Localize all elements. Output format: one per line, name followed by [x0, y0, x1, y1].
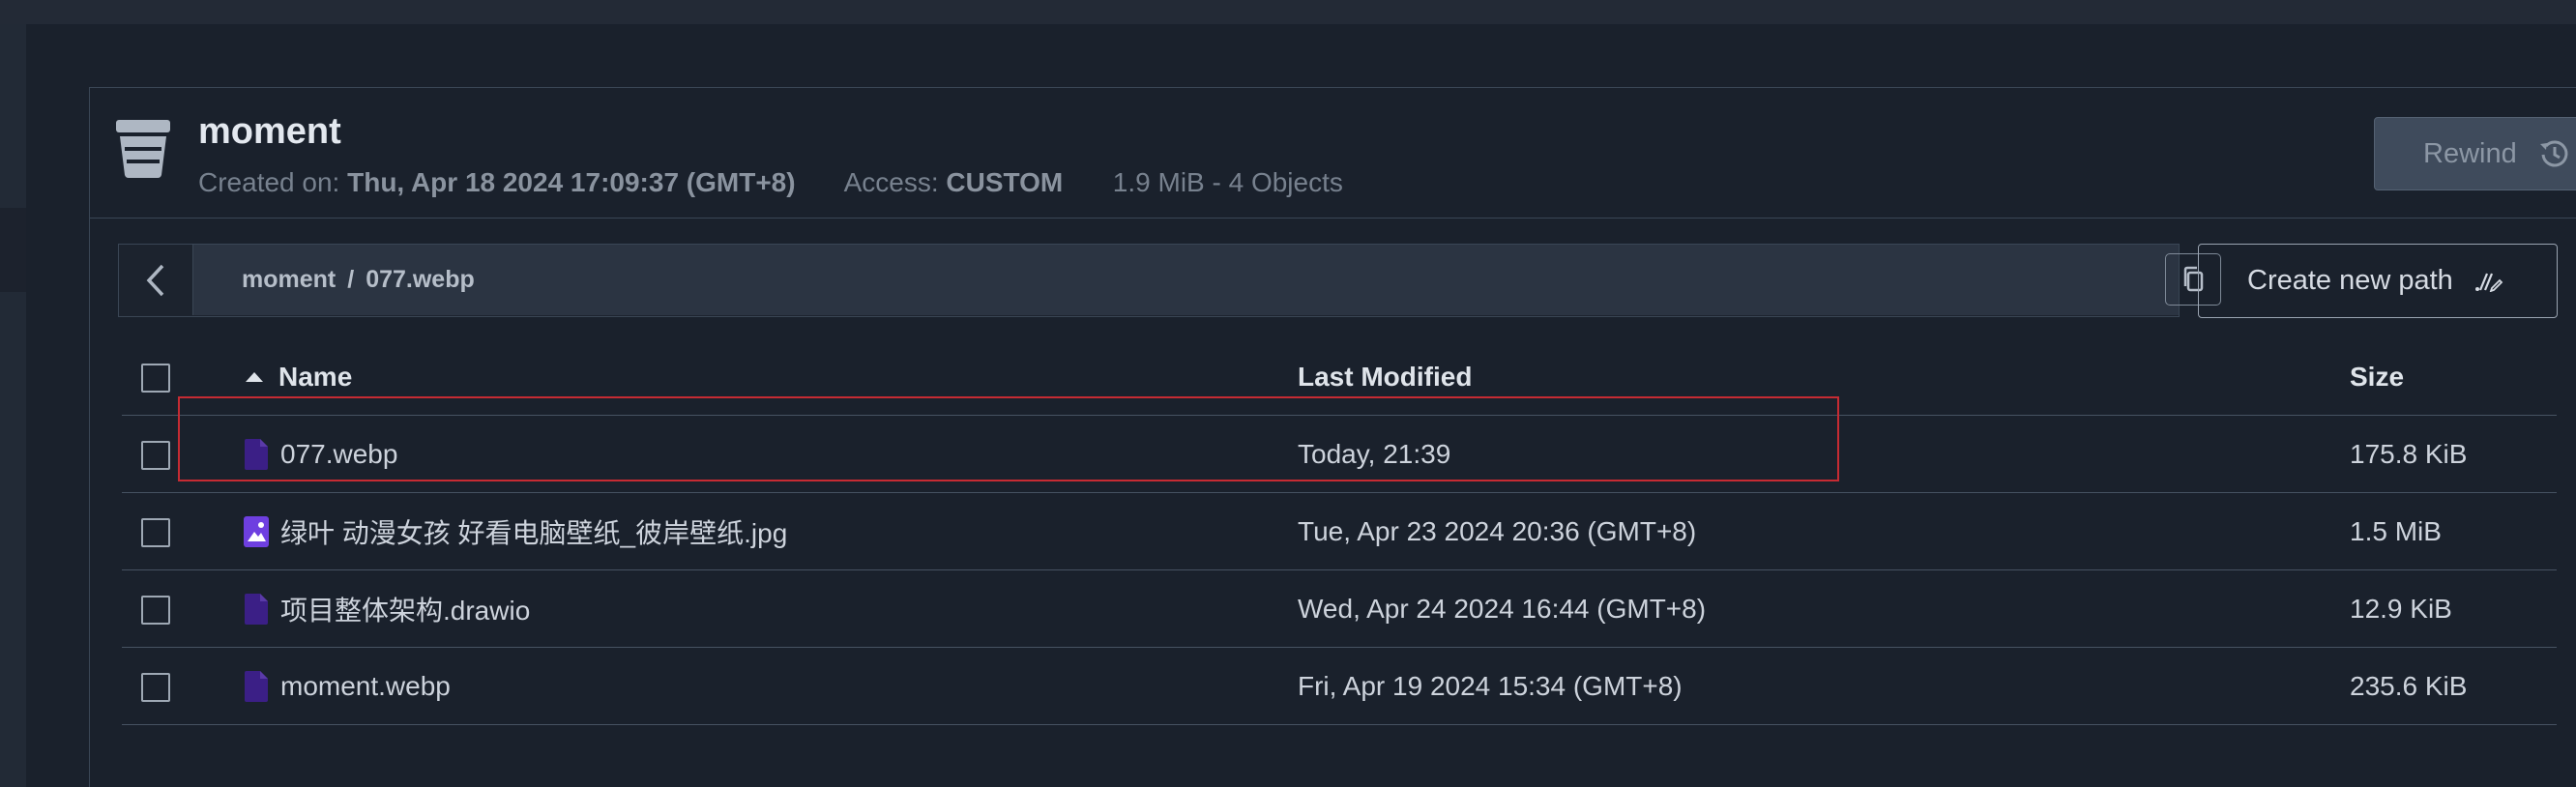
- access-value: CUSTOM: [946, 167, 1064, 197]
- created-label: Created on:: [198, 167, 340, 197]
- column-header-name[interactable]: Name: [244, 338, 352, 415]
- column-modified-label: Last Modified: [1298, 361, 1473, 392]
- file-icon: [245, 670, 268, 702]
- path-bar: moment / 077.webp: [118, 244, 2221, 317]
- back-button[interactable]: [119, 245, 193, 315]
- chevron-left-icon: [146, 264, 164, 296]
- row-checkbox[interactable]: [141, 596, 170, 625]
- file-name-cell: 绿叶 动漫女孩 好看电脑壁纸_彼岸壁纸.jpg: [244, 493, 787, 569]
- table-row[interactable]: 077.webp Today, 21:39 175.8 KiB: [122, 416, 2557, 493]
- table-row[interactable]: 项目整体架构.drawio Wed, Apr 24 2024 16:44 (GM…: [122, 570, 2557, 648]
- create-new-path-button[interactable]: Create new path: [2198, 244, 2558, 318]
- last-modified-cell: Fri, Apr 19 2024 15:34 (GMT+8): [1298, 670, 1683, 701]
- last-modified-cell: Wed, Apr 24 2024 16:44 (GMT+8): [1298, 593, 1707, 624]
- file-name: moment.webp: [280, 670, 451, 701]
- bucket-header: moment Created on: Thu, Apr 18 2024 17:0…: [90, 88, 2576, 219]
- objects-table: Name Last Modified Size 077.webp Today, …: [122, 338, 2557, 725]
- access-label: Access:: [843, 167, 939, 197]
- row-checkbox[interactable]: [141, 441, 170, 470]
- file-name: 077.webp: [280, 438, 398, 469]
- file-icon: [245, 593, 268, 625]
- table-row[interactable]: moment.webp Fri, Apr 19 2024 15:34 (GMT+…: [122, 648, 2557, 725]
- sidebar-active-item[interactable]: [0, 208, 26, 292]
- rewind-button[interactable]: Rewind: [2374, 117, 2576, 190]
- image-file-icon: [244, 515, 269, 547]
- bucket-meta: Created on: Thu, Apr 18 2024 17:09:37 (G…: [198, 167, 1343, 198]
- breadcrumb-separator: /: [347, 266, 355, 293]
- column-header-size[interactable]: Size: [2350, 338, 2404, 415]
- rewind-label: Rewind: [2423, 137, 2517, 169]
- bucket-icon: [116, 120, 170, 178]
- create-path-label: Create new path: [2247, 265, 2453, 296]
- file-name-cell: 项目整体架构.drawio: [244, 570, 530, 647]
- select-all-checkbox[interactable]: [141, 364, 170, 393]
- history-icon: [2539, 140, 2568, 167]
- size-cell: 175.8 KiB: [2350, 438, 2468, 469]
- breadcrumb-segment[interactable]: 077.webp: [366, 266, 475, 293]
- column-size-label: Size: [2350, 361, 2405, 392]
- sort-ascending-icon: [246, 371, 263, 382]
- table-header: Name Last Modified Size: [122, 338, 2557, 416]
- size-cell: 12.9 KiB: [2350, 593, 2452, 624]
- last-modified-cell: Today, 21:39: [1298, 438, 1451, 469]
- file-icon: [245, 438, 268, 470]
- bucket-name: moment: [198, 111, 341, 152]
- breadcrumb-segment[interactable]: moment: [242, 266, 336, 293]
- table-row[interactable]: 绿叶 动漫女孩 好看电脑壁纸_彼岸壁纸.jpg Tue, Apr 23 2024…: [122, 493, 2557, 570]
- left-sidebar: [0, 24, 26, 787]
- last-modified-cell: Tue, Apr 23 2024 20:36 (GMT+8): [1298, 515, 1697, 546]
- column-header-last-modified[interactable]: Last Modified: [1298, 338, 1472, 415]
- file-name: 项目整体架构.drawio: [280, 595, 531, 626]
- file-name-cell: moment.webp: [244, 648, 451, 724]
- size-cell: 235.6 KiB: [2350, 670, 2468, 701]
- top-bar: [0, 0, 2576, 24]
- created-value: Thu, Apr 18 2024 17:09:37 (GMT+8): [347, 167, 796, 197]
- size-cell: 1.5 MiB: [2350, 515, 2442, 546]
- row-checkbox[interactable]: [141, 518, 170, 547]
- new-path-icon: [2474, 273, 2503, 292]
- bucket-summary: 1.9 MiB - 4 Objects: [1112, 167, 1343, 197]
- file-name: 绿叶 动漫女孩 好看电脑壁纸_彼岸壁纸.jpg: [280, 517, 788, 548]
- breadcrumb: moment / 077.webp: [242, 266, 475, 294]
- row-checkbox[interactable]: [141, 673, 170, 702]
- file-name-cell: 077.webp: [244, 416, 397, 492]
- path-display: moment / 077.webp: [193, 245, 2221, 315]
- column-name-label: Name: [278, 361, 353, 392]
